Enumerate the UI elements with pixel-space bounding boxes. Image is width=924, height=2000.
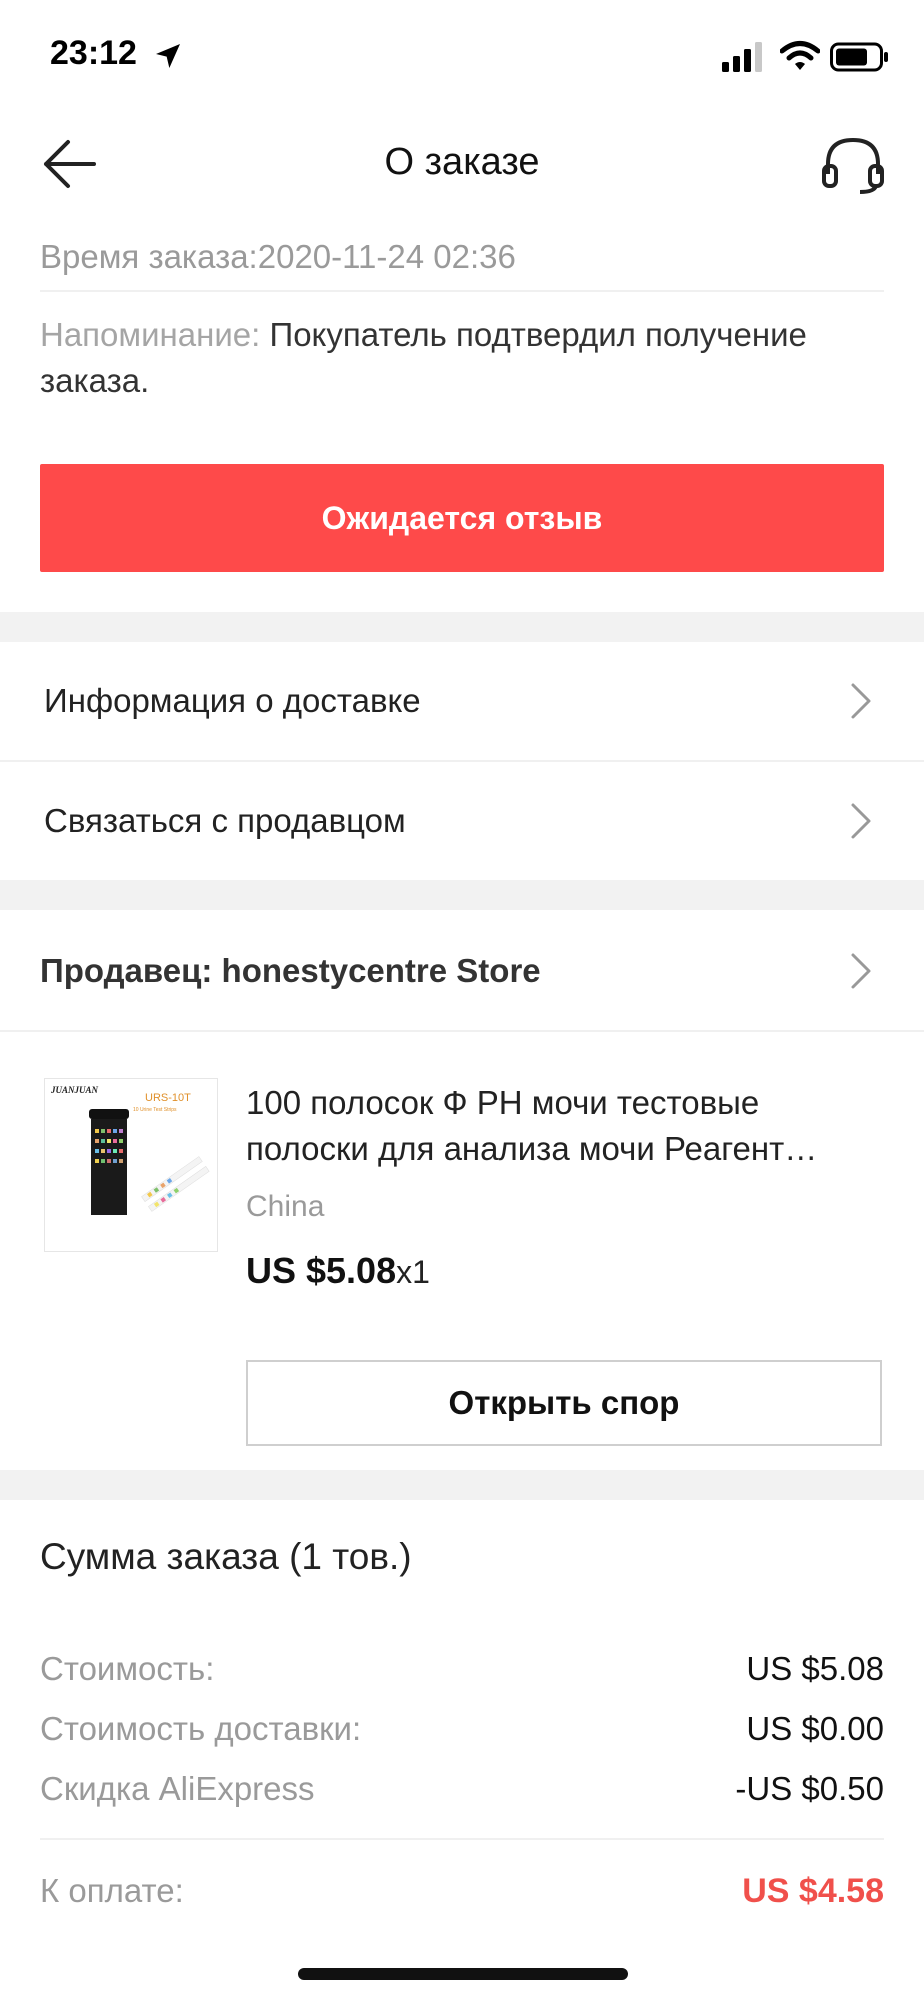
summary-value: US $0.00 xyxy=(746,1710,884,1747)
divider xyxy=(0,1030,924,1032)
section-gap xyxy=(0,880,924,910)
thumb-brand: JUANJUAN xyxy=(50,1085,99,1095)
total-row: К оплате: US $4.58 xyxy=(40,1872,884,1911)
product-price: US $5.08x1 xyxy=(246,1250,430,1292)
signal-icon xyxy=(722,42,762,72)
order-time-label: Время заказа: xyxy=(40,238,258,275)
chevron-right-icon xyxy=(851,683,871,719)
price-value: US $5.08 xyxy=(246,1250,397,1291)
reminder-label: Напоминание: xyxy=(40,316,261,353)
reminder: Напоминание: Покупатель подтвердил получ… xyxy=(40,312,880,404)
headset-icon[interactable] xyxy=(820,134,886,196)
location-arrow-icon xyxy=(156,44,180,68)
thumb-sub: 10 Urine Test Strips xyxy=(133,1107,177,1113)
contact-seller-label: Связаться с продавцом xyxy=(44,802,406,839)
order-summary-title: Сумма заказа (1 тов.) xyxy=(40,1536,412,1577)
product-title[interactable]: 100 полосок Ф PH мочи тестовые полоски д… xyxy=(246,1080,886,1172)
total-value: US $4.58 xyxy=(742,1872,884,1910)
status-time: 23:12 xyxy=(50,34,137,72)
summary-row: Скидка AliExpress -US $0.50 xyxy=(40,1770,884,1808)
order-time-value: 2020-11-24 02:36 xyxy=(257,238,516,275)
order-time: Время заказа:2020-11-24 02:36 xyxy=(40,238,516,276)
contact-seller-row[interactable]: Связаться с продавцом xyxy=(0,762,924,880)
total-label: К оплате: xyxy=(40,1872,184,1909)
section-gap xyxy=(0,1470,924,1500)
page-title: О заказе xyxy=(384,141,540,183)
summary-label: Скидка AliExpress xyxy=(40,1770,315,1807)
chevron-right-icon xyxy=(851,953,871,989)
seller-label: Продавец: honestycentre Store xyxy=(40,952,541,989)
section-gap xyxy=(0,612,924,642)
battery-icon xyxy=(830,42,888,72)
divider xyxy=(40,290,884,292)
wifi-icon xyxy=(780,41,820,70)
seller-row[interactable]: Продавец: honestycentre Store xyxy=(0,912,924,1030)
home-indicator xyxy=(298,1968,628,1980)
product-thumbnail[interactable]: JUANJUAN URS-10T 10 Urine Test Strips xyxy=(44,1078,218,1252)
product-quantity: x1 xyxy=(396,1254,430,1290)
thumb-model: URS-10T xyxy=(145,1092,191,1104)
chevron-right-icon xyxy=(851,803,871,839)
open-dispute-button[interactable]: Открыть спор xyxy=(246,1360,882,1446)
summary-row: Стоимость доставки: US $0.00 xyxy=(40,1710,884,1748)
summary-value: US $5.08 xyxy=(746,1650,884,1687)
divider xyxy=(40,1838,884,1840)
summary-label: Стоимость доставки: xyxy=(40,1710,362,1747)
delivery-info-label: Информация о доставке xyxy=(44,682,421,719)
awaiting-review-button[interactable]: Ожидается отзыв xyxy=(40,464,884,572)
summary-label: Стоимость: xyxy=(40,1650,215,1687)
product-image: JUANJUAN URS-10T 10 Urine Test Strips xyxy=(50,1085,210,1215)
summary-value: -US $0.50 xyxy=(735,1770,884,1807)
delivery-info-row[interactable]: Информация о доставке xyxy=(0,642,924,760)
summary-row: Стоимость: US $5.08 xyxy=(40,1650,884,1688)
product-origin: China xyxy=(246,1190,325,1223)
